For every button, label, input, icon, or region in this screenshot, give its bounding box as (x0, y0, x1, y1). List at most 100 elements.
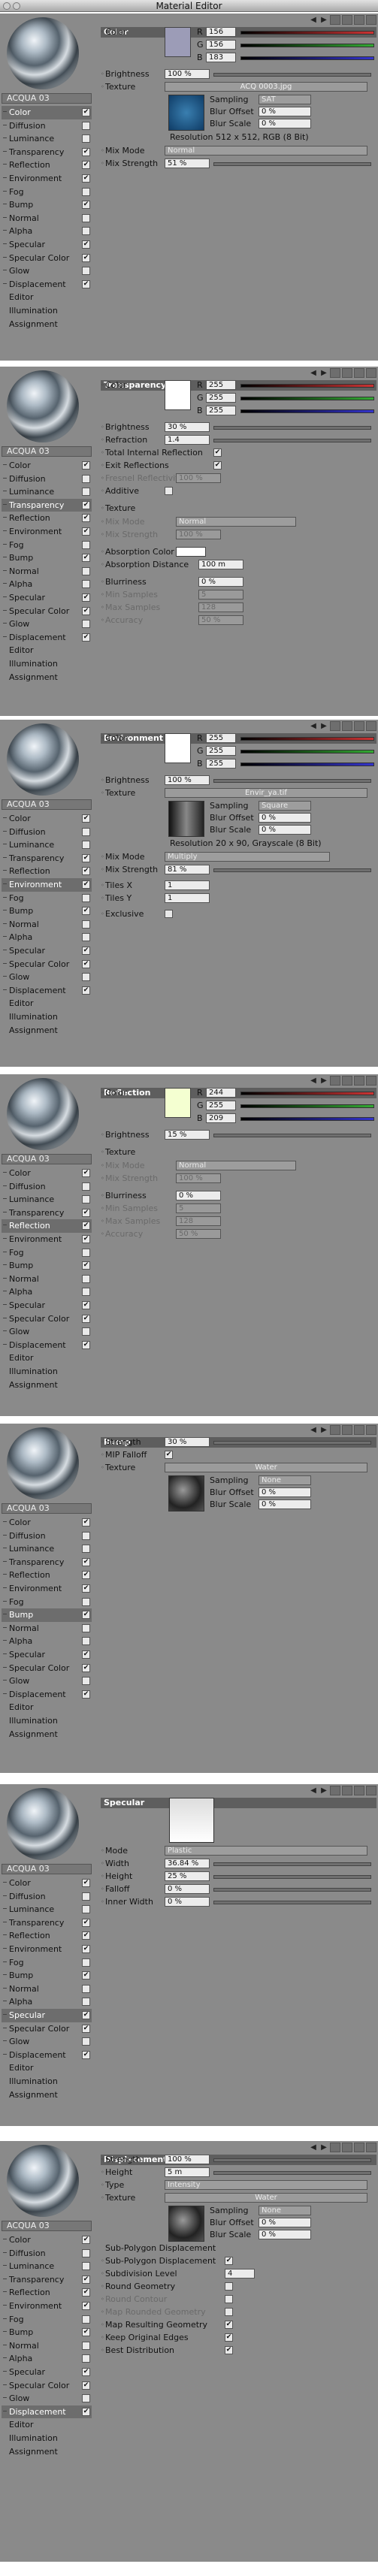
height-field[interactable]: 5 m (165, 2167, 210, 2177)
lock-icon[interactable] (330, 1425, 340, 1435)
channel-enable-checkbox[interactable]: ✔ (82, 1918, 90, 1927)
channel-item-assignment[interactable]: Assignment (2, 1024, 92, 1037)
channel-item-environment[interactable]: Environment ✔ (2, 877, 92, 892)
channel-enable-checkbox[interactable]: ✔ (82, 959, 90, 968)
best-distribution-checkbox[interactable]: ✔ (225, 2346, 233, 2354)
channel-item-environment[interactable]: Environment ✔ (2, 1943, 92, 1956)
color-swatch[interactable] (165, 27, 191, 57)
lock-icon[interactable] (330, 2143, 340, 2152)
refraction-slider[interactable] (213, 439, 371, 442)
channel-enable-checkbox[interactable] (82, 580, 90, 589)
channel-enable-checkbox[interactable] (82, 2315, 90, 2324)
blur_scale-field[interactable]: 0 % (259, 2230, 311, 2239)
channel-item-specular-color[interactable]: Specular Color ✔ (2, 2379, 92, 2393)
menu-icon[interactable] (354, 1786, 364, 1795)
channel-item-reflection[interactable]: Reflection ✔ (2, 865, 92, 878)
brightness-slider[interactable] (213, 779, 371, 783)
channel-item-specular-color[interactable]: Specular Color ✔ (2, 2022, 92, 2036)
channel-item-illumination[interactable]: Illumination (2, 1365, 92, 1379)
channel-item-transparency[interactable]: Transparency ✔ (2, 1206, 92, 1220)
channel-enable-checkbox[interactable] (82, 893, 90, 902)
rgb-r-slider[interactable] (240, 1092, 374, 1095)
channel-enable-checkbox[interactable]: ✔ (82, 161, 90, 170)
channel-enable-checkbox[interactable]: ✔ (82, 1234, 90, 1243)
min-samples-field[interactable]: 5 (198, 590, 243, 599)
forward-arrow-icon[interactable]: ▶ (319, 721, 328, 731)
back-arrow-icon[interactable]: ◀ (309, 1076, 318, 1086)
channel-enable-checkbox[interactable]: ✔ (82, 2236, 90, 2244)
forward-arrow-icon[interactable]: ▶ (319, 1076, 328, 1086)
rgb-r-field[interactable]: 255 (206, 733, 236, 743)
channel-item-diffusion[interactable]: Diffusion (2, 473, 92, 486)
sampling-field[interactable]: Square (259, 801, 311, 811)
channel-item-color[interactable]: Color ✔ (2, 812, 92, 826)
forward-arrow-icon[interactable]: ▶ (319, 15, 328, 25)
sampling-field[interactable]: SAT (259, 95, 311, 104)
channel-enable-checkbox[interactable] (82, 2394, 90, 2403)
max-samples-field[interactable]: 128 (198, 602, 243, 612)
channel-item-diffusion[interactable]: Diffusion (2, 1530, 92, 1543)
channel-item-bump[interactable]: Bump ✔ (2, 2326, 92, 2339)
rgb-r-slider[interactable] (240, 31, 374, 35)
inner-width-field[interactable]: 0 % (165, 1897, 210, 1907)
channel-item-luminance[interactable]: Luminance (2, 838, 92, 852)
menu-icon[interactable] (354, 368, 364, 378)
refraction-field[interactable]: 1.4 (165, 435, 210, 445)
channel-enable-checkbox[interactable]: ✔ (82, 2407, 90, 2416)
type-dropdown[interactable]: Intensity (165, 2180, 367, 2190)
channel-item-reflection[interactable]: Reflection ✔ (2, 2286, 92, 2300)
material-preview[interactable] (7, 2145, 79, 2217)
brightness-field[interactable]: 100 % (165, 775, 210, 785)
channel-item-specular-color[interactable]: Specular Color ✔ (2, 1312, 92, 1326)
channel-item-editor[interactable]: Editor (2, 2061, 92, 2075)
forward-arrow-icon[interactable]: ▶ (319, 1786, 328, 1795)
channel-enable-checkbox[interactable]: ✔ (82, 2010, 90, 2019)
subdivision-level-field[interactable]: 4 (225, 2269, 255, 2279)
channel-enable-checkbox[interactable]: ✔ (82, 1314, 90, 1323)
mix-strength-field[interactable]: 100 % (176, 530, 221, 539)
channel-enable-checkbox[interactable]: ✔ (82, 2275, 90, 2284)
channel-enable-checkbox[interactable] (82, 566, 90, 575)
rgb-g-slider[interactable] (240, 397, 374, 400)
channel-enable-checkbox[interactable]: ✔ (82, 1650, 90, 1659)
channel-enable-checkbox[interactable] (82, 2037, 90, 2046)
channel-item-assignment[interactable]: Assignment (2, 2445, 92, 2459)
up-icon[interactable] (342, 368, 352, 378)
channel-item-reflection[interactable]: Reflection ✔ (2, 159, 92, 172)
channel-enable-checkbox[interactable] (82, 973, 90, 982)
channel-enable-checkbox[interactable] (82, 1531, 90, 1540)
channel-item-bump[interactable]: Bump ✔ (2, 904, 92, 918)
channel-item-illumination[interactable]: Illumination (2, 1714, 92, 1728)
channel-enable-checkbox[interactable] (82, 267, 90, 276)
material-preview[interactable] (7, 1078, 79, 1150)
channel-enable-checkbox[interactable]: ✔ (82, 1663, 90, 1672)
color-swatch[interactable] (165, 1088, 191, 1118)
channel-item-color[interactable]: Color ✔ (2, 1516, 92, 1530)
channel-item-bump[interactable]: Bump ✔ (2, 1259, 92, 1273)
channel-enable-checkbox[interactable]: ✔ (82, 853, 90, 862)
mix-mode-dropdown[interactable]: Multiply (165, 852, 330, 862)
channel-item-specular[interactable]: Specular ✔ (2, 238, 92, 252)
channel-enable-checkbox[interactable]: ✔ (82, 1557, 90, 1566)
channel-enable-checkbox[interactable] (82, 540, 90, 549)
rgb-g-slider[interactable] (240, 1104, 374, 1108)
channel-item-illumination[interactable]: Illumination (2, 657, 92, 671)
channel-enable-checkbox[interactable]: ✔ (82, 2288, 90, 2297)
mix-mode-dropdown[interactable]: Normal (165, 146, 367, 156)
width-field[interactable]: 36.84 % (165, 1859, 210, 1868)
color-swatch[interactable] (165, 380, 191, 410)
texture-thumbnail[interactable] (168, 2206, 204, 2242)
absorption-distance-field[interactable]: 100 m (198, 560, 243, 569)
channel-enable-checkbox[interactable]: ✔ (82, 279, 90, 288)
mix-mode-dropdown[interactable]: Normal (176, 517, 296, 527)
channel-enable-checkbox[interactable]: ✔ (82, 2301, 90, 2310)
mix-mode-dropdown[interactable]: Normal (176, 1161, 296, 1170)
material-preview[interactable] (7, 1427, 79, 1499)
channel-item-displacement[interactable]: Displacement ✔ (2, 631, 92, 645)
channel-item-diffusion[interactable]: Diffusion (2, 1180, 92, 1194)
channel-item-assignment[interactable]: Assignment (2, 1379, 92, 1392)
channel-enable-checkbox[interactable]: ✔ (82, 1300, 90, 1309)
rgb-g-field[interactable]: 255 (206, 746, 236, 756)
height-slider[interactable] (213, 2171, 371, 2175)
up-icon[interactable] (342, 15, 352, 25)
